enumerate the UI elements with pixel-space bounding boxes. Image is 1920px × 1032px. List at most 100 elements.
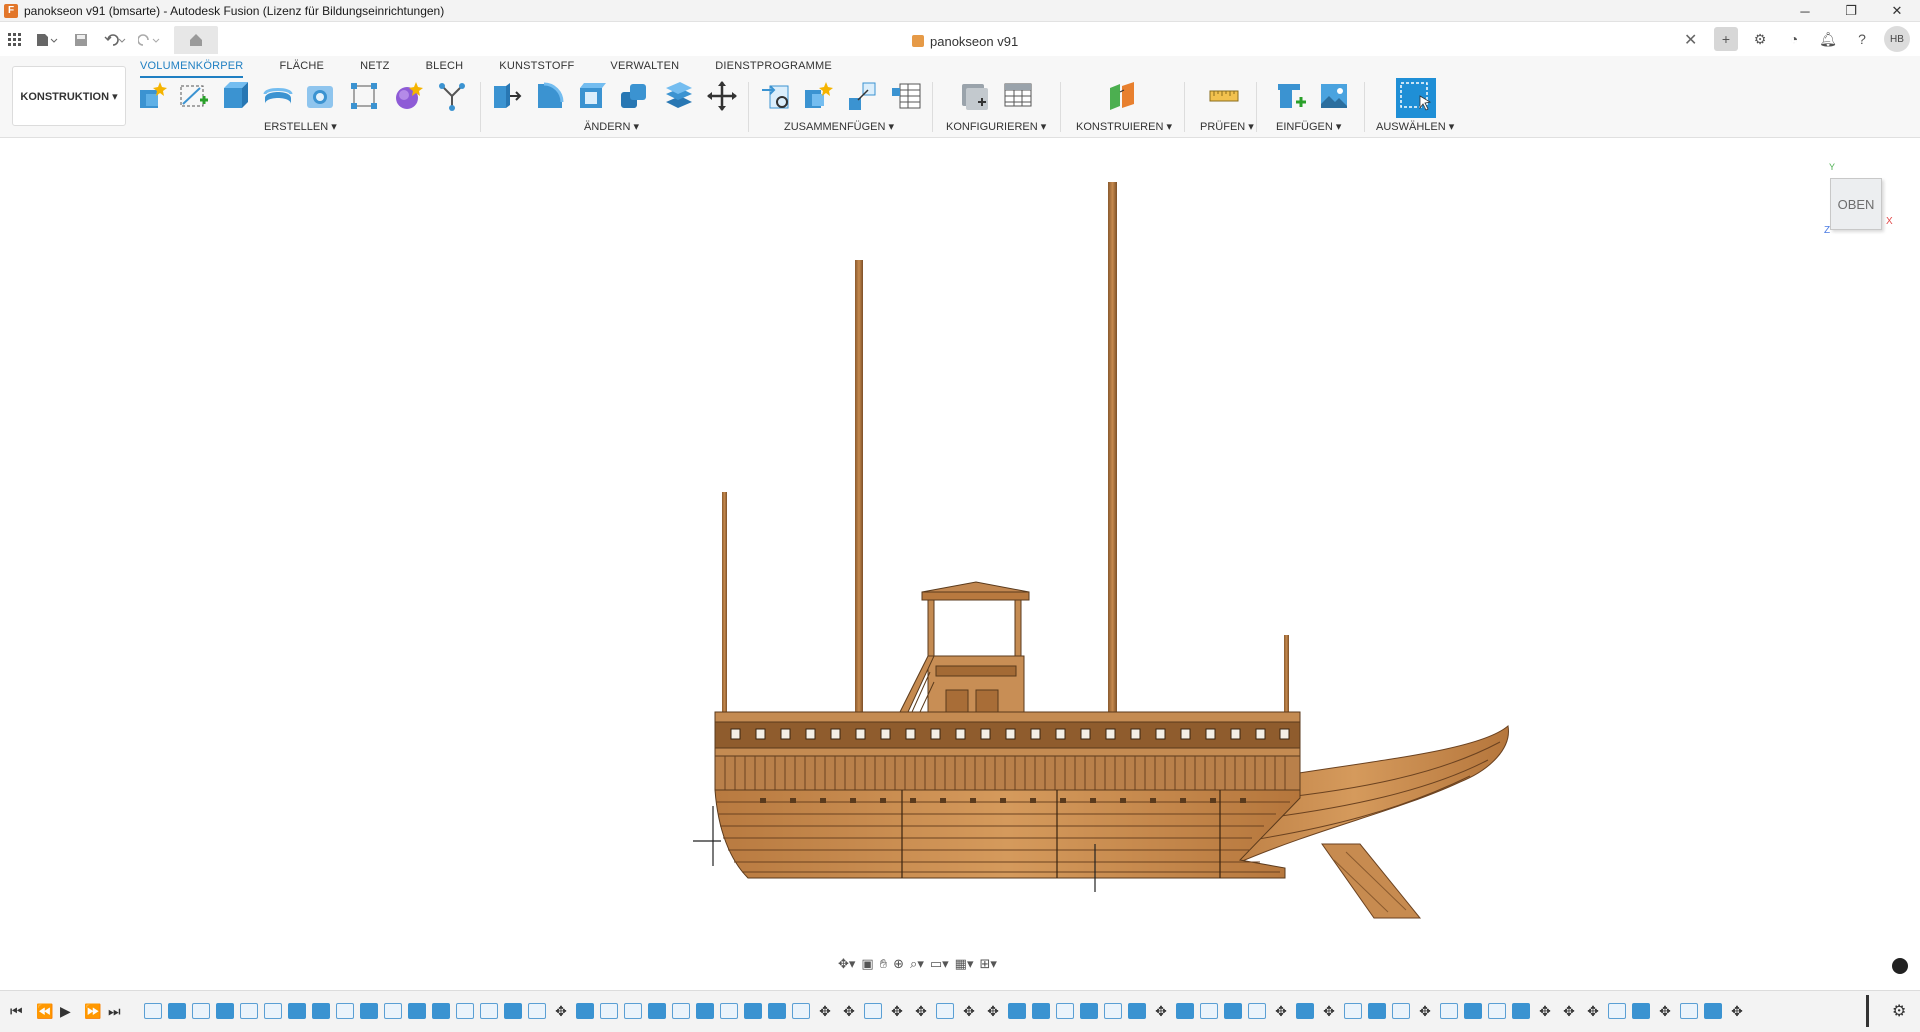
comments-icon[interactable] <box>1892 958 1908 974</box>
insert-derive-icon[interactable] <box>1276 80 1308 112</box>
workspace-switcher[interactable]: KONSTRUKTION ▾ <box>12 66 126 126</box>
timeline-extrude-icon[interactable] <box>576 1003 594 1019</box>
timeline-extrude-icon[interactable] <box>1080 1003 1098 1019</box>
timeline-extrude-icon[interactable] <box>168 1003 186 1019</box>
timeline-sketch-icon[interactable] <box>480 1003 498 1019</box>
minimize-button[interactable]: ─ <box>1782 0 1828 22</box>
timeline-move-icon[interactable]: ✥ <box>1416 1003 1434 1019</box>
graphics-canvas[interactable] <box>0 138 1920 984</box>
timeline-extrude-icon[interactable] <box>408 1003 426 1019</box>
viewports-icon[interactable]: ⊞▾ <box>979 956 996 972</box>
bill-of-materials-icon[interactable] <box>890 80 922 112</box>
timeline-extrude-icon[interactable] <box>312 1003 330 1019</box>
group-label-konfigurieren[interactable]: KONFIGURIEREN ▾ <box>946 120 1046 133</box>
move-copy-icon[interactable] <box>706 80 738 112</box>
maximize-button[interactable]: ❐ <box>1828 0 1874 22</box>
configure-icon[interactable] <box>958 80 990 112</box>
timeline-extrude-icon[interactable] <box>1008 1003 1026 1019</box>
app-grid-icon[interactable] <box>0 26 30 54</box>
timeline-extrude-icon[interactable] <box>288 1003 306 1019</box>
tab-verwalten[interactable]: VERWALTEN <box>610 56 679 78</box>
timeline-sketch-icon[interactable] <box>528 1003 546 1019</box>
as-built-joint-icon[interactable] <box>846 80 878 112</box>
timeline-move-icon[interactable]: ✥ <box>912 1003 930 1019</box>
pattern-icon[interactable] <box>348 80 380 112</box>
document-tab[interactable]: panokseon v91 <box>912 30 1018 52</box>
timeline-extrude-icon[interactable] <box>1632 1003 1650 1019</box>
extensions-icon[interactable]: ⚙ <box>1748 27 1772 51</box>
timeline-extrude-icon[interactable] <box>1464 1003 1482 1019</box>
timeline-sketch-icon[interactable] <box>384 1003 402 1019</box>
timeline-move-icon[interactable]: ✥ <box>960 1003 978 1019</box>
derive-icon[interactable] <box>436 80 468 112</box>
create-sketch-icon[interactable] <box>178 80 210 112</box>
group-label-konstruieren[interactable]: KONSTRUIEREN ▾ <box>1076 120 1172 133</box>
file-menu-icon[interactable] <box>30 26 64 54</box>
timeline-move-icon[interactable]: ✥ <box>1728 1003 1746 1019</box>
group-label-einfuegen[interactable]: EINFÜGEN ▾ <box>1276 120 1341 133</box>
timeline-first-icon[interactable]: ⏮ <box>10 1003 23 1020</box>
timeline-move-icon[interactable]: ✥ <box>984 1003 1002 1019</box>
group-label-pruefen[interactable]: PRÜFEN ▾ <box>1200 120 1254 133</box>
help-icon[interactable]: ? <box>1850 27 1874 51</box>
orbit-icon[interactable]: ✥▾ <box>838 956 855 972</box>
timeline-extrude-icon[interactable] <box>1128 1003 1146 1019</box>
ship-model[interactable] <box>0 138 1920 984</box>
select-icon[interactable] <box>1396 78 1436 118</box>
timeline-extrude-icon[interactable] <box>432 1003 450 1019</box>
redo-icon[interactable] <box>132 26 166 54</box>
timeline-sketch-icon[interactable] <box>336 1003 354 1019</box>
timeline-extrude-icon[interactable] <box>1176 1003 1194 1019</box>
combine-icon[interactable] <box>618 80 650 112</box>
close-window-button[interactable]: ✕ <box>1874 0 1920 22</box>
timeline-extrude-icon[interactable] <box>768 1003 786 1019</box>
extrude-icon[interactable] <box>220 80 252 112</box>
timeline-sketch-icon[interactable] <box>864 1003 882 1019</box>
zoom-icon[interactable]: ⊕ <box>893 956 904 972</box>
user-avatar[interactable]: HB <box>1884 26 1910 52</box>
timeline-sketch-icon[interactable] <box>1392 1003 1410 1019</box>
timeline-move-icon[interactable]: ✥ <box>1536 1003 1554 1019</box>
tab-blech[interactable]: BLECH <box>426 56 464 78</box>
offset-faces-icon[interactable] <box>662 80 694 112</box>
new-tab-plus-icon[interactable]: + <box>1714 27 1738 51</box>
timeline-move-icon[interactable]: ✥ <box>840 1003 858 1019</box>
timeline-move-icon[interactable]: ✥ <box>1560 1003 1578 1019</box>
job-status-icon[interactable]: ◔ <box>1782 27 1806 51</box>
timeline-sketch-icon[interactable] <box>1680 1003 1698 1019</box>
timeline-extrude-icon[interactable] <box>1512 1003 1530 1019</box>
timeline-sketch-icon[interactable] <box>1104 1003 1122 1019</box>
timeline-sketch-icon[interactable] <box>1608 1003 1626 1019</box>
timeline-last-icon[interactable]: ⏭ <box>108 1003 121 1020</box>
timeline-extrude-icon[interactable] <box>360 1003 378 1019</box>
tab-kunststoff[interactable]: KUNSTSTOFF <box>499 56 574 78</box>
press-pull-icon[interactable] <box>490 80 522 112</box>
offset-plane-icon[interactable] <box>1106 80 1138 112</box>
timeline-settings-gear-icon[interactable]: ⚙ <box>1892 1001 1906 1021</box>
timeline-sketch-icon[interactable] <box>192 1003 210 1019</box>
look-at-icon[interactable]: ▣ <box>861 956 873 972</box>
tab-netz[interactable]: NETZ <box>360 56 390 78</box>
new-component-icon[interactable] <box>136 80 168 112</box>
timeline-extrude-icon[interactable] <box>1224 1003 1242 1019</box>
timeline-sketch-icon[interactable] <box>600 1003 618 1019</box>
timeline-sketch-icon[interactable] <box>264 1003 282 1019</box>
timeline-next-icon[interactable]: ⏩ <box>84 1003 101 1020</box>
timeline-sketch-icon[interactable] <box>240 1003 258 1019</box>
timeline-sketch-icon[interactable] <box>456 1003 474 1019</box>
display-settings-icon[interactable]: ▭▾ <box>930 956 949 972</box>
hole-icon[interactable] <box>304 80 336 112</box>
configuration-table-icon[interactable] <box>1002 80 1034 112</box>
notifications-bell-icon[interactable]: 🔔︎ <box>1816 27 1840 51</box>
joint-icon[interactable] <box>760 80 792 112</box>
save-icon[interactable] <box>64 26 98 54</box>
new-component-assembly-icon[interactable] <box>802 80 834 112</box>
timeline-sketch-icon[interactable] <box>1200 1003 1218 1019</box>
timeline-sketch-icon[interactable] <box>624 1003 642 1019</box>
grid-settings-icon[interactable]: ▦▾ <box>955 956 974 972</box>
timeline-move-icon[interactable]: ✥ <box>1584 1003 1602 1019</box>
undo-icon[interactable] <box>98 26 132 54</box>
timeline-sketch-icon[interactable] <box>1488 1003 1506 1019</box>
timeline-extrude-icon[interactable] <box>696 1003 714 1019</box>
timeline-sketch-icon[interactable] <box>936 1003 954 1019</box>
